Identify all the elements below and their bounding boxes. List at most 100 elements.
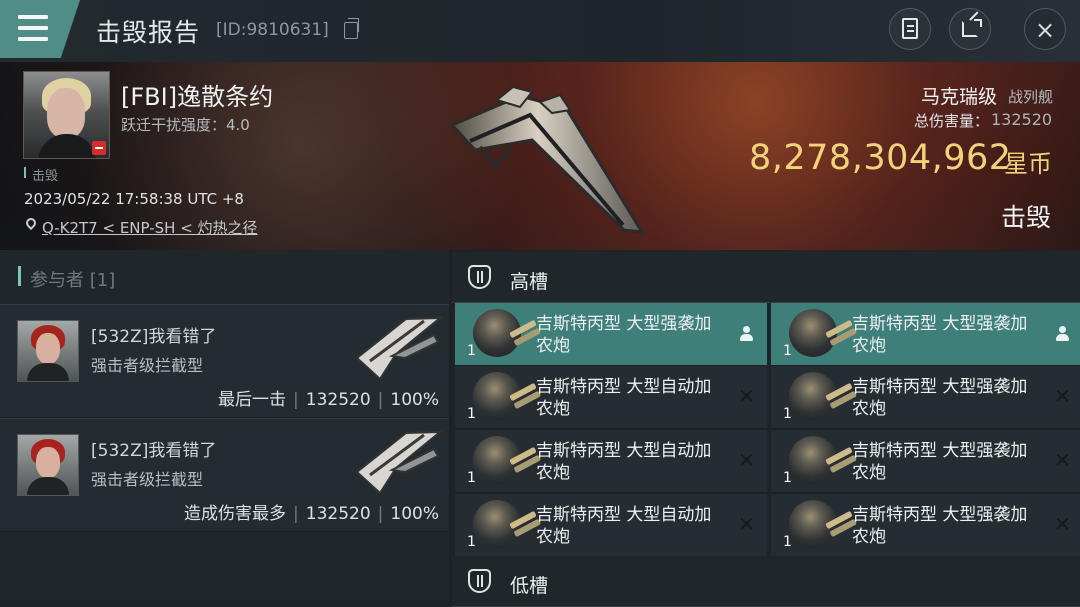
- body-shape: [38, 134, 96, 158]
- body-shape: [27, 477, 69, 495]
- top-bar: 击毁报告 [ID:9810631] ×: [0, 0, 1080, 63]
- total-damage-value: 132520: [991, 110, 1053, 129]
- participant-stats: 造成伤害最多 | 132520 | 100%: [184, 504, 439, 524]
- participants-title: 参与者 [1]: [30, 270, 116, 291]
- face-shape: [36, 447, 60, 478]
- turret-icon: [789, 309, 853, 357]
- module-item[interactable]: 1 吉斯特丙型 大型强袭加农炮 ✕: [771, 366, 1080, 429]
- turret-icon: [789, 436, 853, 484]
- module-item[interactable]: 1 吉斯特丙型 大型自动加农炮 ✕: [455, 494, 767, 557]
- clipboard-button[interactable]: [889, 8, 931, 50]
- face-shape: [47, 88, 85, 138]
- module-item[interactable]: 1 吉斯特丙型 大型自动加农炮 ✕: [455, 430, 767, 493]
- module-name: 吉斯特丙型 大型强袭加农炮: [852, 441, 1028, 483]
- kill-location-link[interactable]: Q-K2T7 < ENP-SH < 灼热之径: [42, 217, 258, 238]
- close-icon: ✕: [738, 512, 755, 536]
- body-shape: [27, 363, 69, 381]
- kill-result: 击毁: [1001, 203, 1052, 232]
- participant-ship: 强击者级拦截型: [91, 356, 204, 375]
- share-arrow-head-icon: [974, 19, 982, 27]
- victim-name: [FBI]逸散条约: [121, 83, 274, 111]
- high-slot-title: 高槽: [510, 271, 549, 293]
- close-icon: ×: [1035, 16, 1056, 44]
- module-name: 吉斯特丙型 大型自动加农炮: [536, 377, 712, 419]
- share-button[interactable]: [949, 8, 991, 50]
- module-quantity: 1: [783, 406, 792, 422]
- victim-ship-class: 战列舰: [1008, 88, 1054, 106]
- turret-icon: [473, 500, 537, 548]
- menu-button[interactable]: [0, 0, 80, 58]
- turret-icon: [789, 372, 853, 420]
- close-icon: ✕: [738, 384, 755, 408]
- menu-icon: [18, 37, 48, 41]
- close-icon: ✕: [1054, 384, 1071, 408]
- face-shape: [36, 333, 60, 364]
- user-icon: [1054, 325, 1070, 341]
- participant-damage: 132520: [305, 390, 371, 410]
- low-slot-header: 低槽: [452, 556, 1080, 607]
- participant-label: 造成伤害最多: [184, 504, 287, 524]
- close-button[interactable]: ×: [1024, 8, 1066, 50]
- module-quantity: 1: [783, 470, 792, 486]
- total-damage-label: 总伤害量：: [914, 112, 990, 130]
- participant-ship-image: [355, 430, 443, 495]
- module-name: 吉斯特丙型 大型强袭加农炮: [852, 505, 1028, 547]
- turret-icon: [473, 372, 537, 420]
- victim-ship-name: 马克瑞级: [921, 86, 998, 108]
- copy-icon[interactable]: [344, 18, 359, 39]
- module-quantity: 1: [467, 534, 476, 550]
- module-name: 吉斯特丙型 大型强袭加农炮: [852, 314, 1028, 356]
- participant-label: 最后一击: [218, 390, 287, 410]
- turret-icon: [473, 436, 537, 484]
- isk-unit: 星币: [1004, 150, 1052, 178]
- module-quantity: 1: [783, 534, 792, 550]
- menu-icon: [18, 15, 48, 19]
- participant-percent: 100%: [390, 390, 439, 410]
- participant-damage: 132520: [305, 504, 371, 524]
- low-slot-title: 低槽: [510, 575, 549, 597]
- module-quantity: 1: [467, 343, 476, 359]
- victim-status: 击毁: [32, 169, 59, 184]
- participant-ship-image: [355, 316, 443, 381]
- module-item[interactable]: 1 吉斯特丙型 大型强袭加农炮 ✕: [771, 430, 1080, 493]
- page-title: 击毁报告: [96, 18, 201, 47]
- module-name: 吉斯特丙型 大型自动加农炮: [536, 441, 712, 483]
- module-item[interactable]: 1 吉斯特丙型 大型强袭加农炮: [771, 303, 1080, 366]
- participant-name: [532Z]我看错了: [91, 441, 217, 461]
- participant-ship: 强击者级拦截型: [91, 470, 204, 489]
- kill-datetime: 2023/05/22 17:58:38 UTC +8: [24, 190, 244, 208]
- participant-name: [532Z]我看错了: [91, 327, 217, 347]
- slot-shield-icon: [468, 569, 491, 593]
- participant-stats: 最后一击 | 132520 | 100%: [218, 390, 439, 410]
- participant-row[interactable]: [532Z]我看错了 强击者级拦截型 最后一击 | 132520 | 100%: [0, 304, 449, 418]
- slot-shield-icon: [468, 265, 491, 289]
- close-icon: ✕: [738, 448, 755, 472]
- participant-row[interactable]: [532Z]我看错了 强击者级拦截型 造成伤害最多 | 132520 | 100%: [0, 418, 449, 532]
- module-item[interactable]: 1 吉斯特丙型 大型强袭加农炮: [455, 303, 767, 366]
- participant-percent: 100%: [390, 504, 439, 524]
- close-icon: ✕: [1054, 512, 1071, 536]
- clipboard-icon: [902, 18, 918, 39]
- participants-accent: [18, 266, 21, 286]
- module-quantity: 1: [783, 343, 792, 359]
- module-quantity: 1: [467, 470, 476, 486]
- participant-avatar[interactable]: [17, 320, 79, 382]
- menu-icon: [18, 26, 48, 30]
- isk-value: 8,278,304,962: [749, 138, 1012, 178]
- module-quantity: 1: [467, 406, 476, 422]
- module-name: 吉斯特丙型 大型强袭加农炮: [536, 314, 712, 356]
- turret-icon: [789, 500, 853, 548]
- module-item[interactable]: 1 吉斯特丙型 大型强袭加农炮 ✕: [771, 494, 1080, 557]
- participant-avatar[interactable]: [17, 434, 79, 496]
- high-slot-header: 高槽: [452, 252, 1080, 303]
- status-accent: [24, 167, 26, 178]
- warp-scramble-strength: 跃迁干扰强度：4.0: [121, 116, 250, 134]
- module-name: 吉斯特丙型 大型自动加农炮: [536, 505, 712, 547]
- victim-ship-image: [449, 85, 645, 234]
- module-name: 吉斯特丙型 大型强袭加农炮: [852, 377, 1028, 419]
- report-id: [ID:9810631]: [216, 20, 329, 40]
- module-item[interactable]: 1 吉斯特丙型 大型自动加农炮 ✕: [455, 366, 767, 429]
- killed-status-icon: [92, 141, 106, 155]
- close-icon: ✕: [1054, 448, 1071, 472]
- turret-icon: [473, 309, 537, 357]
